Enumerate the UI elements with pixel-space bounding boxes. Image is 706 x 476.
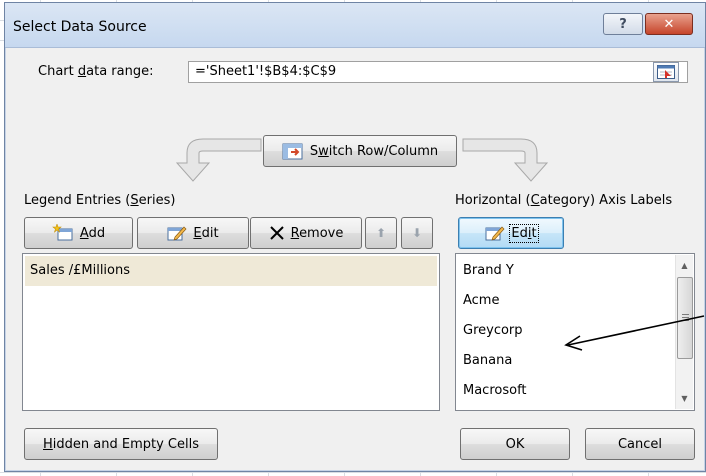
list-item[interactable]: Sales /£Millions	[25, 256, 437, 286]
category-list-scrollbar[interactable]: ▲ ▼	[675, 255, 693, 409]
list-item[interactable]: Banana	[458, 346, 674, 376]
chart-data-range-label: Chart data range:	[38, 64, 154, 79]
category-labels-list[interactable]: Brand Y Acme Greycorp Banana Macrosoft ▲…	[455, 253, 695, 411]
arrow-down-icon: ⬇	[411, 226, 423, 240]
legend-entries-heading: Legend Entries (Series)	[24, 193, 176, 208]
category-label: Brand Y	[463, 263, 514, 278]
add-icon	[52, 224, 74, 242]
curved-arrow-left-icon	[175, 138, 262, 182]
category-label: Acme	[463, 293, 500, 308]
ok-button[interactable]: OK	[460, 428, 570, 460]
help-icon: ?	[619, 16, 627, 32]
edit-series-label: Edit	[193, 225, 219, 241]
edit-icon	[485, 224, 505, 242]
close-icon: ✕	[663, 16, 675, 32]
chart-data-range-input[interactable]: ='Sheet1'!$B$4:$C$9	[188, 61, 688, 83]
curved-arrow-right-icon	[462, 138, 549, 182]
edit-series-button[interactable]: Edit	[137, 217, 249, 249]
move-down-button[interactable]: ⬇	[401, 217, 433, 249]
legend-series-list[interactable]: Sales /£Millions	[22, 253, 440, 411]
scroll-up-arrow-icon[interactable]: ▲	[677, 257, 692, 274]
add-series-label: Add	[79, 225, 106, 241]
select-data-source-dialog: Select Data Source ? ✕ Chart data range:…	[4, 2, 706, 472]
switch-row-column-button[interactable]: Switch Row/Column	[263, 135, 457, 167]
axis-labels-heading: Horizontal (Category) Axis Labels	[455, 193, 673, 208]
category-label: Greycorp	[463, 323, 523, 338]
category-label: Macrosoft	[463, 383, 527, 398]
move-up-button[interactable]: ⬆	[365, 217, 397, 249]
scroll-thumb[interactable]	[677, 277, 693, 359]
help-button[interactable]: ?	[603, 13, 643, 35]
collapse-dialog-icon	[657, 65, 675, 79]
cancel-label: Cancel	[617, 436, 663, 452]
switch-row-column-label: Switch Row/Column	[309, 143, 439, 159]
hidden-empty-cells-button[interactable]: Hidden and Empty Cells	[24, 428, 218, 460]
dialog-title: Select Data Source	[13, 19, 147, 35]
edit-axis-labels-button[interactable]: Edit	[458, 217, 564, 249]
ok-label: OK	[505, 436, 525, 452]
range-selector-button[interactable]	[653, 62, 679, 82]
edit-icon	[167, 224, 187, 242]
list-item[interactable]: Macrosoft	[458, 376, 674, 406]
remove-icon	[269, 225, 285, 241]
list-item[interactable]: Acme	[458, 286, 674, 316]
list-item[interactable]: Greycorp	[458, 316, 674, 346]
hidden-empty-cells-label: Hidden and Empty Cells	[43, 436, 199, 452]
title-bar[interactable]: Select Data Source ? ✕	[5, 3, 705, 48]
switch-row-column-icon	[282, 141, 304, 161]
close-button[interactable]: ✕	[645, 13, 693, 35]
remove-series-button[interactable]: Remove	[250, 217, 362, 249]
list-item[interactable]: Brand Y	[458, 256, 674, 286]
series-name: Sales /£Millions	[30, 263, 131, 278]
scroll-down-arrow-icon[interactable]: ▼	[677, 390, 692, 407]
add-series-button[interactable]: Add	[24, 217, 133, 249]
arrow-up-icon: ⬆	[375, 226, 387, 240]
edit-axis-labels-label: Edit	[509, 223, 539, 243]
remove-series-label: Remove	[290, 225, 344, 241]
cancel-button[interactable]: Cancel	[585, 428, 695, 460]
chart-data-range-value: ='Sheet1'!$B$4:$C$9	[195, 64, 337, 79]
category-label: Banana	[463, 353, 513, 368]
